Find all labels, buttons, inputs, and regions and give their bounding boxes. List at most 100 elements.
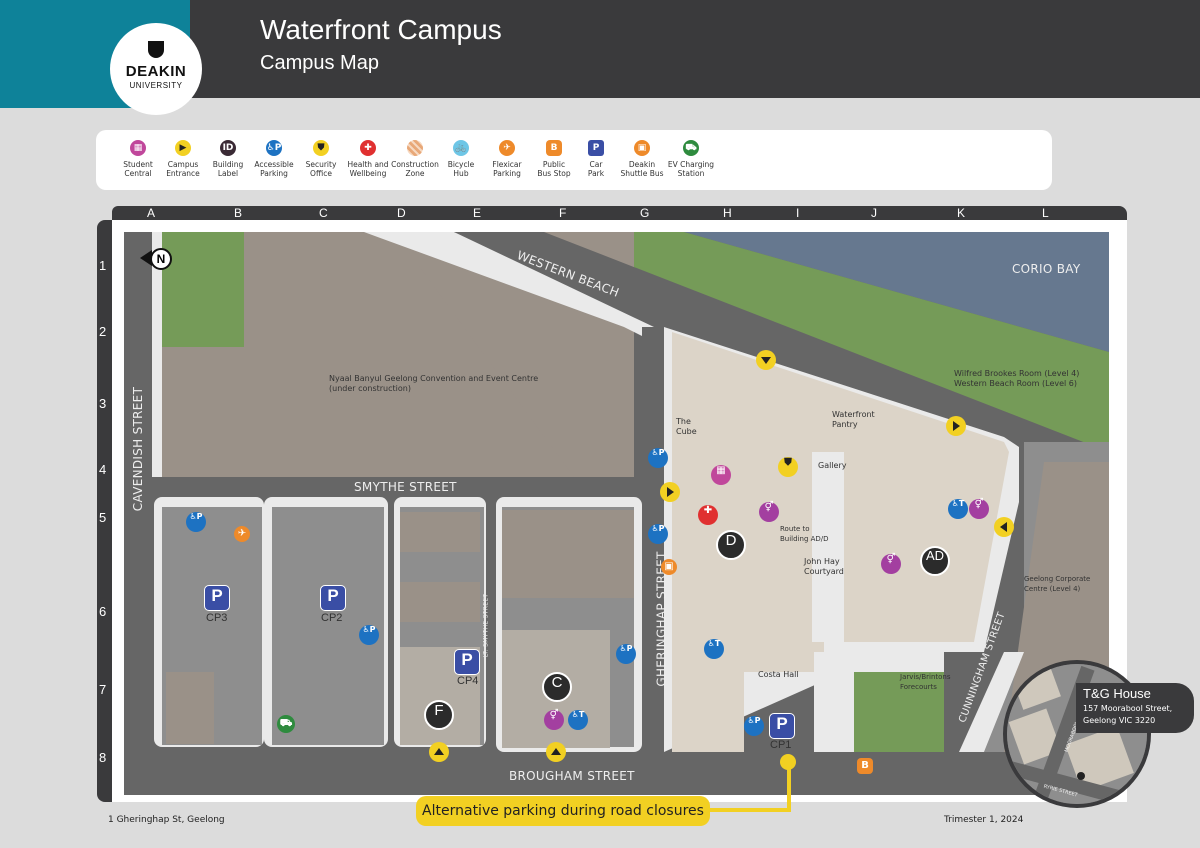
toilets-icon[interactable]: ⚥: [544, 710, 564, 730]
logo-text-university: UNIVERSITY: [129, 81, 183, 90]
grid-row-label: 7: [99, 682, 107, 697]
grid-row-label: 4: [99, 462, 107, 477]
accessible-parking-icon[interactable]: ♿P: [186, 512, 206, 532]
grid-row-label: 3: [99, 396, 107, 411]
campus-entrance-icon[interactable]: [994, 517, 1014, 537]
grid-column-label: E: [473, 206, 482, 220]
grid-row-label: 5: [99, 510, 107, 525]
deakin-shield-icon: [148, 41, 164, 58]
toilets-icon[interactable]: ⚥: [969, 499, 989, 519]
deakin-logo[interactable]: DEAKIN UNIVERSITY: [110, 23, 202, 115]
student-central-icon: ▦: [130, 140, 146, 156]
student-central-icon[interactable]: ▦: [711, 465, 731, 485]
grid-column-label: F: [559, 206, 567, 220]
grid-column-label: C: [319, 206, 328, 220]
grid-column-label: G: [640, 206, 650, 220]
street-lt-smythe: LT. SMYTHE STREET: [482, 593, 490, 658]
campus-entrance-icon: ▶: [175, 140, 191, 156]
construction-zone-icon: [407, 140, 423, 156]
building-label-icon: ID: [220, 140, 236, 156]
deakin-shuttle-bus-icon: ▣: [634, 140, 650, 156]
alt-parking-callout[interactable]: Alternative parking during road closures: [416, 796, 710, 826]
deakin-shuttle-bus-icon[interactable]: ▣: [661, 559, 677, 575]
tg-house-address-1: 157 Moorabool Street,: [1083, 704, 1173, 713]
campus-entrance-icon[interactable]: [756, 350, 776, 370]
grid-column-label: J: [871, 206, 877, 220]
tg-house-name: T&G House: [1083, 686, 1151, 701]
toilets-icon[interactable]: ⚥: [759, 502, 779, 522]
accessible-parking-icon[interactable]: ♿P: [616, 644, 636, 664]
alt-parking-leader: [700, 808, 791, 812]
campus-address: 1 Gheringhap St, Geelong: [108, 815, 225, 825]
building-label-ad[interactable]: AD: [920, 546, 950, 576]
label-wilfred-brookes: Wilfred Brookes Room (Level 4) Western Be…: [954, 369, 1080, 388]
building-label-f[interactable]: F: [424, 700, 454, 730]
legend-label: EV Charging: [667, 160, 715, 169]
john-hay-courtyard: [812, 452, 844, 642]
ev-charging-station-icon[interactable]: ⛟: [277, 715, 295, 733]
alt-parking-leader: [787, 765, 791, 812]
car-park-cp1-label: CP1: [770, 739, 792, 751]
car-park-cp2-icon[interactable]: P: [320, 585, 346, 611]
campus-entrance-icon[interactable]: [660, 482, 680, 502]
grid-column-label: K: [957, 206, 966, 220]
grid-column-label: B: [234, 206, 243, 220]
security-office-icon[interactable]: ⛊: [778, 457, 798, 477]
street-smythe: SMYTHE STREET: [354, 480, 457, 494]
label-waterfront-pantry: Waterfront Pantry: [832, 410, 875, 429]
accessible-toilet-icon[interactable]: ♿T: [704, 639, 724, 659]
label-john-hay-courtyard: John Hay Courtyard: [804, 557, 844, 576]
grid-column-label: D: [397, 206, 406, 220]
accessible-parking-icon[interactable]: ♿P: [648, 448, 668, 468]
accessible-toilet-icon[interactable]: ♿T: [948, 499, 968, 519]
tg-house-address-2: Geelong VIC 3220: [1083, 716, 1156, 725]
label-gallery: Gallery: [818, 461, 847, 470]
accessible-parking-icon[interactable]: ♿P: [359, 625, 379, 645]
public-bus-stop-icon: B: [546, 140, 562, 156]
campus-entrance-icon[interactable]: [429, 742, 449, 762]
campus-entrance-icon[interactable]: [946, 416, 966, 436]
page-subtitle: Campus Map: [260, 52, 379, 74]
car-park-cp1-icon[interactable]: P: [769, 713, 795, 739]
building-label-d[interactable]: D: [716, 530, 746, 560]
label-convention-centre: Nyaal Banyul Geelong Convention and Even…: [329, 374, 539, 393]
label-costa-hall: Costa Hall: [758, 670, 799, 679]
label-jarvis-brintons: Jarvis/Brintons Forecourts: [900, 673, 951, 691]
north-indicator: N: [150, 248, 172, 270]
car-park-icon: P: [588, 140, 604, 156]
health-wellbeing-icon[interactable]: ✚: [698, 505, 718, 525]
column-header-bar: A B C D E F G H I J K L: [112, 206, 1127, 220]
legend-label: Station: [677, 169, 705, 178]
car-park-cp4-label: CP4: [457, 675, 479, 687]
logo-text-deakin: DEAKIN: [125, 63, 187, 80]
public-bus-stop-icon[interactable]: B: [857, 758, 873, 774]
map-legend: ▦ Student Central ▶ Campus Entrance ID Building…: [96, 130, 1052, 190]
grid-row-label: 8: [99, 750, 107, 765]
car-park-cp3-icon[interactable]: P: [204, 585, 230, 611]
grid-column-label: H: [723, 206, 732, 220]
grid-row-label: 6: [99, 604, 107, 619]
toilets-icon[interactable]: ⚥: [881, 554, 901, 574]
accessible-parking-icon[interactable]: ♿P: [744, 716, 764, 736]
building-label-c[interactable]: C: [542, 672, 572, 702]
health-wellbeing-icon: ✚: [360, 140, 376, 156]
label-geelong-corporate-centre: Geelong Corporate Centre (Level 4): [1024, 575, 1091, 593]
page-title: Waterfront Campus: [260, 14, 502, 45]
bicycle-hub-icon: 🚲: [453, 140, 469, 156]
car-park-cp4-icon[interactable]: P: [454, 649, 480, 675]
campus-map[interactable]: N WESTERN BEACH CORIO BAY CAVENDISH STRE…: [124, 232, 1109, 795]
car-park-cp3-label: CP3: [206, 612, 228, 624]
flexicar-parking-icon: ✈: [499, 140, 515, 156]
security-office-icon: ⛊: [313, 140, 329, 156]
grid-column-label: L: [1042, 206, 1049, 220]
tg-house-card: T&G House 157 Moorabool Street, Geelong …: [1076, 683, 1194, 733]
campus-entrance-icon[interactable]: [546, 742, 566, 762]
accessible-parking-icon[interactable]: ♿P: [648, 524, 668, 544]
grid-row-label: 2: [99, 324, 107, 339]
label-route-to-ad-d: Route to Building AD/D: [780, 525, 829, 543]
ev-charging-station-icon: ⛟: [683, 140, 699, 156]
accessible-toilet-icon[interactable]: ♿T: [568, 710, 588, 730]
grid-column-label: I: [796, 206, 800, 220]
row-header-bar: 1 2 3 4 5 6 7 8: [97, 220, 112, 802]
flexicar-parking-icon[interactable]: ✈: [234, 526, 250, 542]
